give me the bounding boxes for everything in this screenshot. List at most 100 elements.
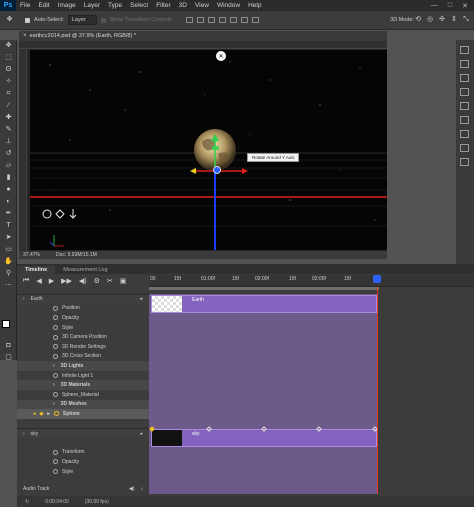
scale-3d-icon[interactable]: ⤡ (462, 15, 470, 25)
track-property-infinite-light[interactable]: Infinite Light 1 (17, 371, 149, 381)
quick-mask-icon[interactable]: ◘ (3, 341, 14, 351)
audio-track[interactable]: Audio Track ◀) ♪ (17, 484, 149, 494)
timeline-tracks[interactable]: Earth sky (149, 287, 474, 494)
audio-note-icon[interactable]: ♪ (141, 486, 144, 492)
track-property-sky-opacity[interactable]: Opacity (17, 457, 149, 467)
type-icon[interactable]: T (3, 221, 14, 231)
menu-filter[interactable]: Filter (152, 2, 174, 9)
track-property-style[interactable]: Style (17, 323, 149, 333)
drag-3d-icon[interactable]: ✣ (438, 15, 446, 25)
audio-icon[interactable]: ◀) (79, 277, 87, 285)
render-video-icon[interactable]: ↻ (25, 499, 29, 505)
playhead-line[interactable] (377, 287, 378, 494)
lasso-icon[interactable]: ʘ (3, 65, 14, 75)
playhead-handle[interactable] (373, 275, 381, 283)
close-button[interactable]: ✕ (462, 2, 468, 10)
tab-measurement-log[interactable]: Measurement Log (55, 266, 115, 274)
track-property-3d-cross-section[interactable]: 3D Cross Section (17, 352, 149, 362)
menu-file[interactable]: File (16, 2, 34, 9)
move-tool-preset-icon[interactable]: ✥ (4, 15, 15, 25)
menu-help[interactable]: Help (244, 2, 265, 9)
track-group-3d-materials[interactable]: › 3D Materials (17, 380, 149, 390)
stopwatch-icon[interactable] (53, 449, 58, 455)
brush-panel-icon[interactable] (460, 74, 469, 82)
auto-select-dropdown[interactable]: Layer (67, 15, 97, 25)
keyframe-icon[interactable]: ◆ (40, 411, 44, 417)
earth-clip[interactable]: Earth (151, 295, 377, 313)
minimize-button[interactable]: — (431, 2, 438, 10)
hand-icon[interactable]: ✋ (3, 257, 14, 267)
3d-navigation-widgets[interactable] (42, 209, 77, 219)
menu-edit[interactable]: Edit (34, 2, 53, 9)
gradient-icon[interactable]: ▮ (3, 173, 14, 183)
menu-type[interactable]: Type (104, 2, 126, 9)
align-top-icon[interactable] (185, 17, 193, 23)
menu-select[interactable]: Select (126, 2, 152, 9)
earth-scene[interactable]: ✕ (30, 50, 387, 250)
character-panel-icon[interactable] (460, 88, 469, 96)
audio-mute-icon[interactable]: ◀) (129, 486, 135, 492)
timeline-layer-earth[interactable]: › Earth ▸ (17, 294, 149, 304)
stamp-icon[interactable]: ⊥ (3, 137, 14, 147)
shape-icon[interactable]: ▭ (3, 245, 14, 255)
tab-timeline[interactable]: Timeline (17, 266, 56, 274)
align-right-icon[interactable] (240, 17, 248, 23)
vertical-ruler[interactable] (19, 49, 27, 251)
distribute-icon[interactable] (251, 17, 259, 23)
stopwatch-icon[interactable] (53, 325, 58, 331)
stopwatch-icon[interactable] (53, 334, 58, 340)
move-icon[interactable]: ✥ (3, 41, 14, 51)
zoom-level[interactable]: 37.47% (23, 252, 40, 258)
stopwatch-icon[interactable] (53, 344, 58, 350)
prev-keyframe-icon[interactable]: ◂ (33, 411, 36, 417)
menu-view[interactable]: View (191, 2, 213, 9)
magic-wand-icon[interactable]: ✧ (3, 77, 14, 87)
work-area-bar[interactable] (149, 287, 379, 290)
eyedropper-icon[interactable]: ⁄ (3, 101, 14, 111)
orbit-3d-icon[interactable]: ⟲ (414, 15, 422, 25)
pen-icon[interactable]: ✒ (3, 209, 14, 219)
foreground-color-swatch[interactable] (2, 320, 10, 328)
align-middle-icon[interactable] (196, 17, 204, 23)
auto-select-checkbox[interactable] (25, 17, 30, 23)
maximize-button[interactable]: □ (448, 2, 452, 10)
roll-3d-icon[interactable]: ◎ (426, 15, 434, 25)
track-group-3d-lights[interactable]: › 3D Lights (17, 361, 149, 371)
track-group-3d-meshes[interactable]: › 3D Meshes (17, 399, 149, 410)
next-keyframe-icon[interactable]: ▸ (47, 411, 50, 417)
settings-icon[interactable]: ⚙ (94, 277, 100, 285)
menu-3d[interactable]: 3D (175, 2, 191, 9)
layer-options-icon[interactable]: ▸ (140, 296, 149, 302)
timeline-ruler[interactable]: 00 15f 01:00f 15f 02:00f 15f 03:00f 15f (149, 275, 474, 287)
crop-icon[interactable]: ⌗ (3, 89, 14, 99)
zoom-icon[interactable]: ⚲ (3, 269, 14, 279)
more-tools-icon[interactable]: ⋯ (3, 281, 14, 291)
track-property-3d-render[interactable]: 3D Render Settings (17, 342, 149, 352)
track-property-3d-camera[interactable]: 3D Camera Position (17, 332, 149, 342)
track-property-position[interactable]: Position (17, 304, 149, 314)
align-left-icon[interactable] (218, 17, 226, 23)
timeline-layer-sky[interactable]: › sky ▸ (17, 428, 149, 438)
next-frame-icon[interactable]: ▶▶ (61, 277, 72, 285)
stopwatch-icon[interactable] (53, 459, 58, 465)
paths-panel-icon[interactable] (460, 144, 469, 152)
track-property-sphere[interactable]: ◂ ◆ ▸ Sphere (17, 409, 149, 419)
canvas[interactable]: ✕ Rotate Around Y Axis (30, 50, 387, 250)
play-icon[interactable]: ▶ (49, 277, 54, 285)
stopwatch-icon[interactable] (53, 373, 58, 379)
transform-controls-checkbox[interactable] (100, 17, 106, 23)
marquee-icon[interactable]: ⬚ (3, 53, 14, 63)
menu-image[interactable]: Image (54, 2, 80, 9)
first-frame-icon[interactable]: ⏮ (23, 277, 29, 285)
layer-options-icon[interactable]: ▸ (140, 431, 149, 437)
track-property-sky-style[interactable]: Style (17, 467, 149, 477)
stopwatch-icon[interactable] (53, 315, 58, 321)
slide-3d-icon[interactable]: ⇕ (450, 15, 458, 25)
menu-layer[interactable]: Layer (80, 2, 104, 9)
history-panel-icon[interactable] (460, 46, 469, 54)
stopwatch-icon[interactable] (53, 305, 58, 311)
split-icon[interactable]: ✂ (107, 277, 113, 285)
stopwatch-icon[interactable] (53, 392, 58, 398)
healing-icon[interactable]: ✚ (3, 113, 14, 123)
stopwatch-icon[interactable] (53, 353, 58, 359)
